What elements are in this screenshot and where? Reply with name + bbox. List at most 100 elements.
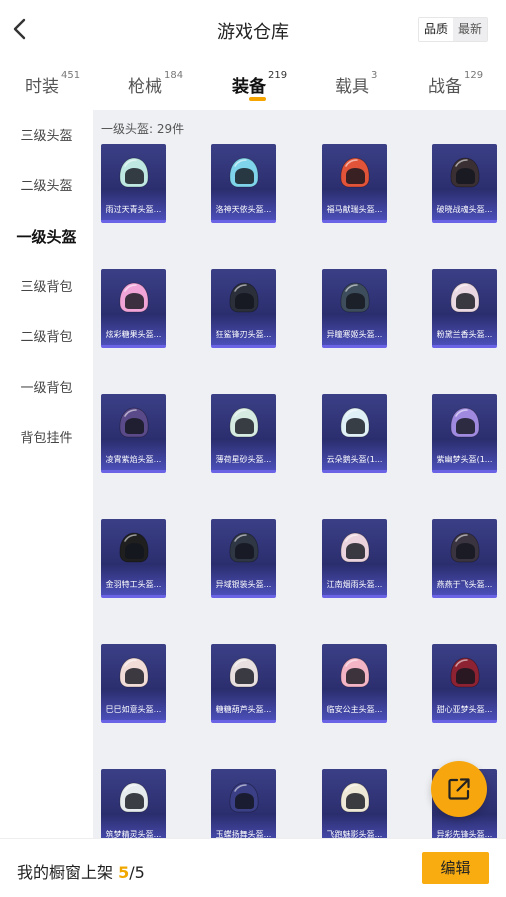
item-name: 炫彩糖果头盔... <box>105 330 162 339</box>
item-card[interactable]: 紫幽梦头盔(1... <box>432 394 497 473</box>
item-name: 玉蝶扬舞头盔... <box>215 830 272 838</box>
item-card[interactable]: 异域银装头盔... <box>211 519 276 598</box>
helmet-icon <box>229 282 259 313</box>
helmet-icon <box>119 532 149 563</box>
item-card[interactable]: 破晓战魂头盔... <box>432 144 497 223</box>
helmet-icon <box>119 157 149 188</box>
tab-equipment[interactable]: 装备219 <box>232 70 288 97</box>
helmet-icon <box>119 782 149 813</box>
helmet-icon <box>450 157 480 188</box>
tab-label: 枪械 <box>128 77 162 97</box>
sort-toggle: 品质 最新 <box>417 17 488 42</box>
item-card[interactable]: 云朵鹅头盔(1... <box>322 394 387 473</box>
tab-label: 装备 <box>232 77 266 97</box>
item-card[interactable]: 粉黛兰香头盔... <box>432 269 497 348</box>
helmet-icon <box>450 282 480 313</box>
helmet-icon <box>450 407 480 438</box>
tab-vehicles[interactable]: 载具3 <box>335 70 378 97</box>
helmet-icon <box>340 532 370 563</box>
sidebar-item-level3-backpack[interactable]: 三级背包 <box>0 263 93 313</box>
sort-quality-button[interactable]: 品质 <box>418 18 453 41</box>
item-name: 雨过天青头盔... <box>105 205 162 214</box>
helmet-icon <box>340 782 370 813</box>
share-external-icon <box>448 778 470 800</box>
item-name: 异域银装头盔... <box>215 580 272 589</box>
helmet-icon <box>229 657 259 688</box>
helmet-icon <box>450 657 480 688</box>
item-card[interactable]: 筑梦精灵头盔... <box>101 769 166 838</box>
sidebar-item-level1-backpack[interactable]: 一级背包 <box>0 364 93 414</box>
item-grid-area[interactable]: 一级头盔: 29件 雨过天青头盔... 洛神天依头盔... 福马献瑞头盔... 破晓战… <box>93 110 506 838</box>
item-card[interactable]: 江南烟雨头盔... <box>322 519 387 598</box>
bottom-bar: 我的橱窗上架 5/5 编辑 <box>0 838 506 897</box>
category-tabs: 时装451 枪械184 装备219 载具3 战备129 <box>0 60 506 110</box>
item-card[interactable]: 燕燕于飞头盔... <box>432 519 497 598</box>
item-card[interactable]: 福马献瑞头盔... <box>322 144 387 223</box>
tab-count: 184 <box>164 70 184 81</box>
tab-label: 时装 <box>25 77 59 97</box>
item-name: 粉黛兰香头盔... <box>436 330 493 339</box>
item-name: 巳巳如意头盔... <box>105 705 162 714</box>
tab-fashion[interactable]: 时装451 <box>25 70 80 97</box>
item-name: 筑梦精灵头盔... <box>105 830 162 838</box>
item-name: 临安公主头盔... <box>326 705 383 714</box>
helmet-icon <box>340 407 370 438</box>
sidebar-item-level1-helmet[interactable]: 一级头盔 <box>0 212 93 262</box>
helmet-icon <box>229 782 259 813</box>
item-card[interactable]: 临安公主头盔... <box>322 644 387 723</box>
item-card[interactable]: 玉蝶扬舞头盔... <box>211 769 276 838</box>
item-card[interactable]: 炫彩糖果头盔... <box>101 269 166 348</box>
item-name: 糖糖葫芦头盔... <box>215 705 272 714</box>
item-name: 福马献瑞头盔... <box>326 205 383 214</box>
item-name: 异瞳寒姬头盔... <box>326 330 383 339</box>
helmet-icon <box>119 657 149 688</box>
showcase-status: 我的橱窗上架 5/5 <box>17 859 145 883</box>
tab-label: 战备 <box>428 77 462 97</box>
item-card[interactable]: 异瞳寒姬头盔... <box>322 269 387 348</box>
share-button[interactable] <box>431 761 487 817</box>
tab-count: 219 <box>268 70 288 81</box>
sidebar-item-level2-backpack[interactable]: 二级背包 <box>0 313 93 363</box>
tab-count: 3 <box>371 70 378 81</box>
helmet-icon <box>450 532 480 563</box>
tab-battle-prep[interactable]: 战备129 <box>428 70 484 97</box>
item-name: 紫幽梦头盔(1... <box>436 455 493 464</box>
helmet-icon <box>119 407 149 438</box>
item-name: 狂鲨锋刃头盔... <box>215 330 272 339</box>
item-card[interactable]: 凌霄紫焰头盔... <box>101 394 166 473</box>
helmet-icon <box>229 407 259 438</box>
tab-label: 载具 <box>335 77 369 97</box>
item-card[interactable]: 雨过天青头盔... <box>101 144 166 223</box>
sidebar-item-backpack-charm[interactable]: 背包挂件 <box>0 414 93 464</box>
item-name: 燕燕于飞头盔... <box>436 580 493 589</box>
item-name: 云朵鹅头盔(1... <box>326 455 383 464</box>
item-card[interactable]: 飞跑魅影头盔... <box>322 769 387 838</box>
item-name: 破晓战魂头盔... <box>436 205 493 214</box>
item-name: 凌霄紫焰头盔... <box>105 455 162 464</box>
tab-weapons[interactable]: 枪械184 <box>128 70 184 97</box>
section-label: 一级头盔: 29件 <box>101 122 185 136</box>
sidebar: 三级头盔 二级头盔 一级头盔 三级背包 二级背包 一级背包 背包挂件 <box>0 110 93 838</box>
item-card[interactable]: 巳巳如意头盔... <box>101 644 166 723</box>
item-name: 江南烟雨头盔... <box>326 580 383 589</box>
active-tab-indicator <box>249 97 266 101</box>
item-name: 飞跑魅影头盔... <box>326 830 383 838</box>
item-card[interactable]: 薄荷星砂头盔... <box>211 394 276 473</box>
edit-button[interactable]: 编辑 <box>422 852 489 884</box>
item-name: 异彩先锋头盔... <box>436 830 493 838</box>
showcase-total-count: /5 <box>129 863 145 882</box>
item-card[interactable]: 金羽特工头盔... <box>101 519 166 598</box>
item-card[interactable]: 糖糖葫芦头盔... <box>211 644 276 723</box>
tab-count: 129 <box>464 70 484 81</box>
sort-newest-button[interactable]: 最新 <box>452 18 487 41</box>
item-card[interactable]: 狂鲨锋刃头盔... <box>211 269 276 348</box>
header: 游戏仓库 品质 最新 <box>0 0 506 60</box>
helmet-icon <box>229 157 259 188</box>
item-name: 甜心亚梦头盔... <box>436 705 493 714</box>
helmet-icon <box>340 282 370 313</box>
sidebar-item-level2-helmet[interactable]: 二级头盔 <box>0 162 93 212</box>
item-card[interactable]: 洛神天依头盔... <box>211 144 276 223</box>
helmet-icon <box>340 157 370 188</box>
item-card[interactable]: 甜心亚梦头盔... <box>432 644 497 723</box>
sidebar-item-level3-helmet[interactable]: 三级头盔 <box>0 112 93 162</box>
